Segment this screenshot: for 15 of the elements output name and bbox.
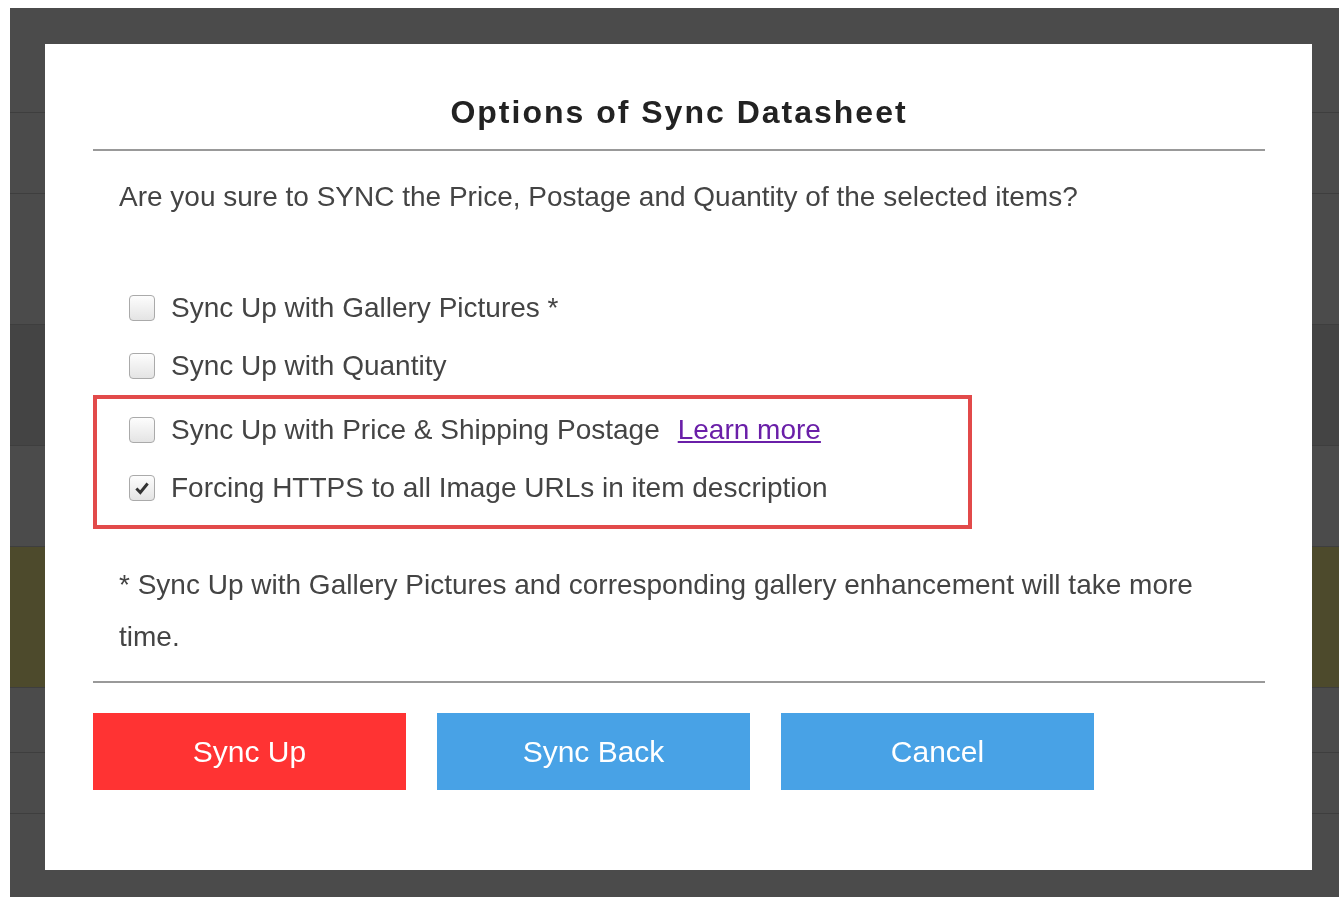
question-text: Are you sure to SYNC the Price, Postage and Quantity of the selected items? bbox=[119, 181, 1079, 213]
checkbox[interactable] bbox=[129, 417, 155, 443]
checkbox-label: Sync Up with Quantity bbox=[171, 350, 447, 382]
dialog-button[interactable]: Cancel bbox=[781, 713, 1094, 790]
checkbox[interactable] bbox=[129, 295, 155, 321]
checkbox[interactable] bbox=[129, 475, 155, 501]
dialog-title: Options of Sync Datasheet bbox=[449, 94, 909, 131]
dialog-button[interactable]: Sync Back bbox=[437, 713, 750, 790]
learn-more-link[interactable]: Learn more bbox=[677, 414, 821, 446]
checkbox-label: Sync Up with Gallery Pictures * bbox=[171, 292, 559, 324]
checkbox[interactable] bbox=[129, 353, 155, 379]
checkbox-label: Forcing HTTPS to all Image URLs in item description bbox=[171, 472, 828, 504]
dialog-button[interactable]: Sync Up bbox=[93, 713, 406, 790]
footnote-text: * Sync Up with Gallery Pictures and corresponding gallery enhancement will take more time. bbox=[119, 568, 1194, 654]
checkbox-label: Sync Up with Price & Shipping Postage bbox=[171, 414, 660, 446]
